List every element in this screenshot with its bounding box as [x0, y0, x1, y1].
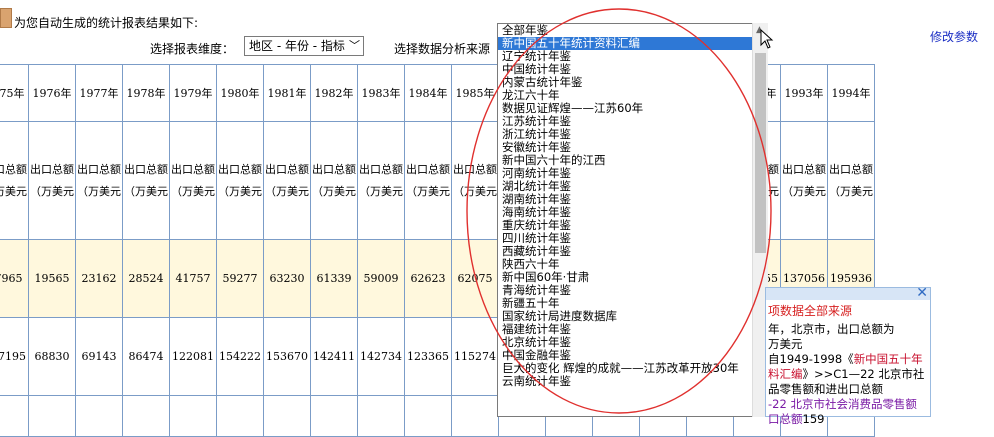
table-cell: 出口总额（万美元 [75, 121, 123, 240]
table-cell: 69143 [75, 317, 123, 396]
table-cell: 142734 [357, 317, 405, 396]
dropdown-option[interactable]: 云南统计年鉴 [498, 375, 766, 388]
table-cell: 23162 [75, 239, 123, 318]
source-dropdown-list[interactable]: 全部年鉴 新中国五十年统计资料汇编 辽宁统计年鉴 中国统计年鉴 内蒙古统计年鉴 龙江六十年… [497, 23, 767, 417]
table-cell: 19565 [28, 239, 76, 318]
report-icon [0, 8, 12, 28]
tooltip-line: 自1949-1998《新中国五十年 [768, 352, 923, 366]
table-cell [310, 395, 358, 437]
table-cell [404, 395, 452, 437]
table-cell: 1975年 [0, 64, 29, 122]
table-cell: 1981年 [263, 64, 311, 122]
table-cell: 63230 [263, 239, 311, 318]
table-cell: 177195 [0, 317, 29, 396]
table-cell [0, 395, 29, 437]
table-cell: 1983年 [357, 64, 405, 122]
tooltip-title: 项数据全部来源 [768, 304, 853, 318]
source-tooltip: ✕ 项数据全部来源 年，北京市，出口总额为 万美元 自1949-1998《新中国… [765, 285, 931, 426]
table-cell: 1979年 [169, 64, 217, 122]
table-cell: 出口总额（万美元 [169, 121, 217, 240]
table-cell: 28524 [122, 239, 170, 318]
tooltip-line: 万美元 [768, 337, 803, 351]
table-cell [216, 395, 264, 437]
chevron-down-icon: ﹀ [349, 39, 360, 52]
table-cell: 1994年 [827, 64, 875, 122]
intro-text: 为您自动生成的统计报表结果如下: [14, 16, 199, 30]
table-cell: 出口总额（万美元 [310, 121, 358, 240]
table-cell: 59277 [216, 239, 264, 318]
tooltip-line: -22 北京市社会消费品零售额 [768, 397, 928, 412]
modify-params-link[interactable]: 修改参数 [930, 28, 978, 45]
source-link[interactable]: 料汇编 [768, 367, 803, 381]
table-cell: 出口总额（万美元 [451, 121, 499, 240]
table-cell: 出口总额（万美元 [28, 121, 76, 240]
table-cell: 153670 [263, 317, 311, 396]
tooltip-line: 品零售额和进出口总额 [768, 382, 883, 396]
table-cell: 出口总额（万美元 [357, 121, 405, 240]
mouse-cursor-icon [760, 29, 774, 49]
table-cell: 68830 [28, 317, 76, 396]
table-cell [451, 395, 499, 437]
table-cell: 1984年 [404, 64, 452, 122]
table-cell: 1978年 [122, 64, 170, 122]
tooltip-line: 口总额159 [768, 412, 825, 426]
dimension-label: 选择报表维度： [150, 42, 235, 56]
scrollbar-thumb[interactable] [755, 53, 766, 253]
tooltip-body: 年，北京市，出口总额为 万美元 自1949-1998《新中国五十年 料汇编》>>… [768, 322, 928, 427]
table-cell: 62623 [404, 239, 452, 318]
table-cell: 出口总额（万美元 [780, 121, 828, 240]
table-cell: 1977年 [75, 64, 123, 122]
table-cell [357, 395, 405, 437]
table-link[interactable]: 口总额 [768, 412, 803, 426]
table-cell: 62075 [451, 239, 499, 318]
tooltip-line: 年，北京市，出口总额为 [768, 322, 895, 336]
table-cell: 142411 [310, 317, 358, 396]
table-cell: 1980年 [216, 64, 264, 122]
table-cell: 出口总额（万美元 [404, 121, 452, 240]
table-cell: 41757 [169, 239, 217, 318]
table-cell: 出口总额（万美元 [263, 121, 311, 240]
close-icon[interactable]: ✕ [916, 285, 928, 301]
table-cell [28, 395, 76, 437]
table-cell: 出口总额（万美元 [122, 121, 170, 240]
table-cell: 出口总额（万美元 [0, 121, 29, 240]
tooltip-titlebar [766, 288, 930, 300]
table-cell: 17965 [0, 239, 29, 318]
table-cell: 出口总额（万美元 [827, 121, 875, 240]
source-label: 选择数据分析来源 [394, 42, 491, 56]
table-cell: 1976年 [28, 64, 76, 122]
table-cell: 154222 [216, 317, 264, 396]
table-cell: 出口总额（万美元 [216, 121, 264, 240]
table-cell [169, 395, 217, 437]
source-link[interactable]: 新中国五十年 [854, 352, 923, 366]
tooltip-line: 料汇编》>>C1—22 北京市社 [768, 367, 925, 381]
table-cell: 59009 [357, 239, 405, 318]
table-cell: 61339 [310, 239, 358, 318]
table-cell: 1993年 [780, 64, 828, 122]
table-cell: 86474 [122, 317, 170, 396]
table-cell [75, 395, 123, 437]
dimension-select-value: 地区 - 年份 - 指标 [249, 39, 345, 53]
table-cell: 122081 [169, 317, 217, 396]
dimension-select[interactable]: 地区 - 年份 - 指标 ﹀ [244, 36, 364, 56]
table-cell: 115274 [451, 317, 499, 396]
table-cell [122, 395, 170, 437]
table-cell: 1985年 [451, 64, 499, 122]
table-cell: 1982年 [310, 64, 358, 122]
table-link[interactable]: -22 北京市社会消费品零售额 [768, 397, 917, 411]
table-cell: 123365 [404, 317, 452, 396]
table-cell [263, 395, 311, 437]
